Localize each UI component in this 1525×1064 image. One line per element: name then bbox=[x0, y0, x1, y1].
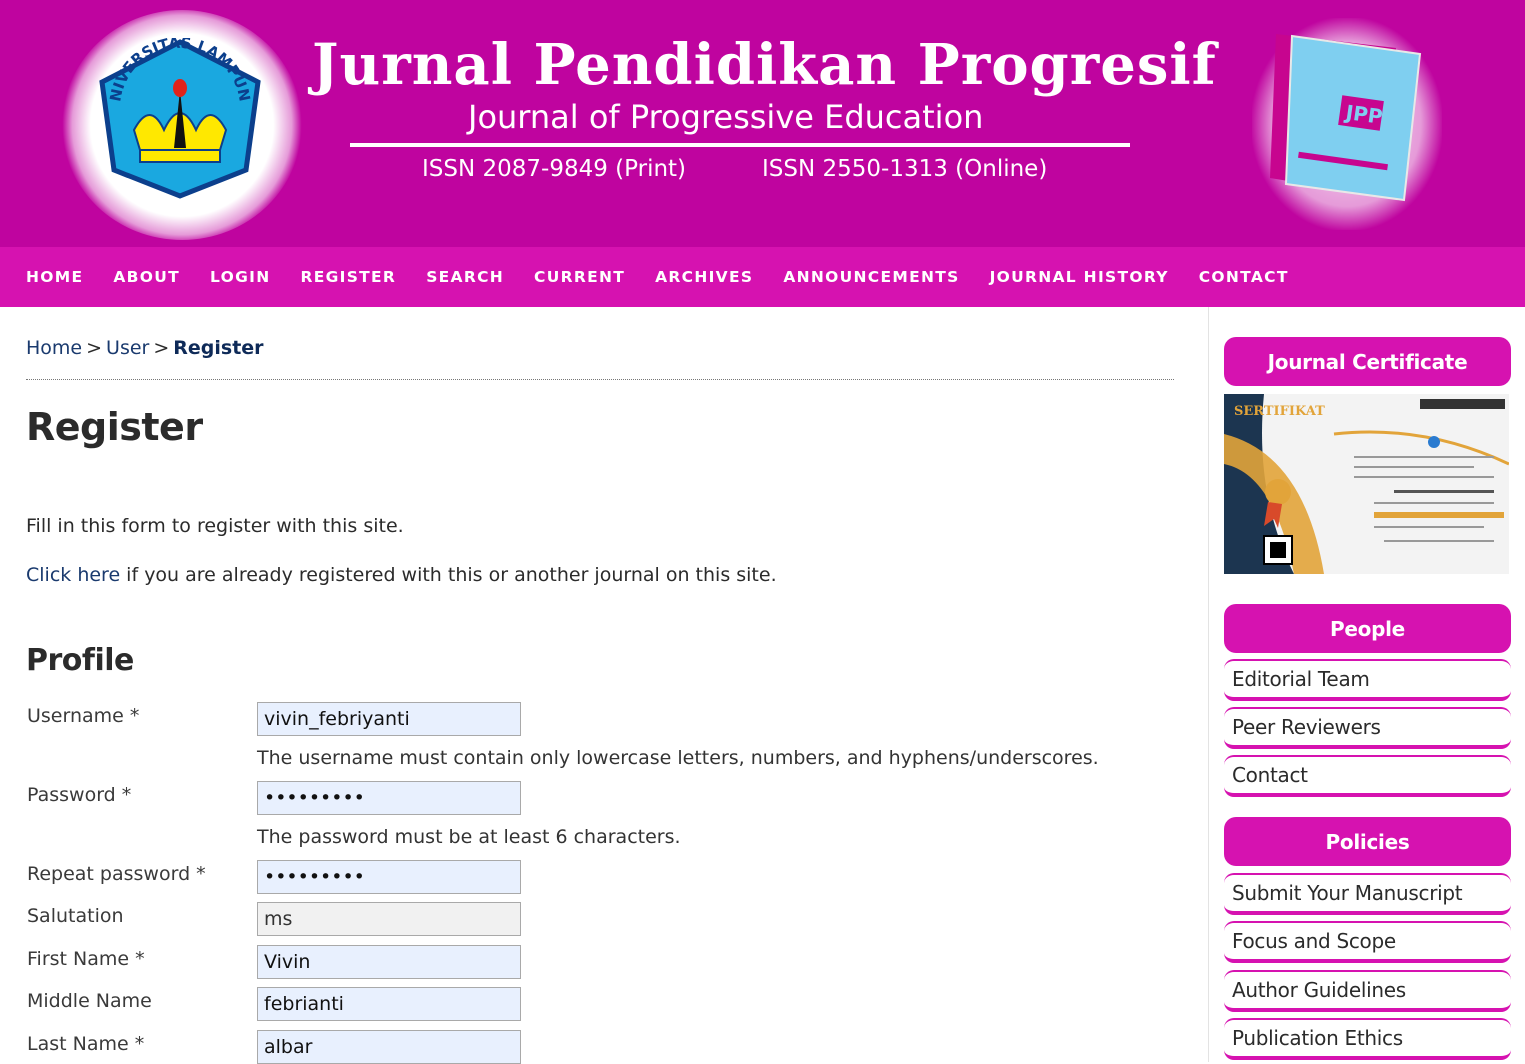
nav-journal-history[interactable]: JOURNAL HISTORY bbox=[990, 268, 1169, 286]
salutation-input[interactable]: ms bbox=[257, 902, 521, 936]
salutation-label: Salutation bbox=[27, 905, 124, 927]
last-name-input[interactable]: albar bbox=[257, 1030, 521, 1064]
journal-cover-icon: JPP bbox=[1270, 34, 1422, 202]
middle-name-label: Middle Name bbox=[27, 990, 152, 1012]
profile-section-title: Profile bbox=[26, 643, 134, 678]
nav-archives[interactable]: ARCHIVES bbox=[655, 268, 753, 286]
certificate-image[interactable]: SERTIFIKAT bbox=[1224, 394, 1509, 574]
click-here-link[interactable]: Click here bbox=[26, 564, 120, 586]
breadcrumb-home[interactable]: Home bbox=[26, 337, 82, 359]
sidebar-link-peer-reviewers[interactable]: Peer Reviewers bbox=[1224, 707, 1511, 749]
sidebar-link-author-guidelines[interactable]: Author Guidelines bbox=[1224, 970, 1511, 1012]
sidebar-link-editorial-team[interactable]: Editorial Team bbox=[1224, 659, 1511, 701]
policies-title: Policies bbox=[1224, 817, 1511, 866]
people-title: People bbox=[1224, 604, 1511, 653]
header-banner: UNIVERSITAS LAMPUNG Jurnal Pendidikan Pr… bbox=[0, 0, 1525, 247]
first-name-label: First Name * bbox=[27, 948, 145, 970]
nav-current[interactable]: CURRENT bbox=[534, 268, 625, 286]
nav-search[interactable]: SEARCH bbox=[426, 268, 504, 286]
username-input[interactable]: vivin_febriyanti bbox=[257, 702, 521, 736]
nav-contact[interactable]: CONTACT bbox=[1199, 268, 1289, 286]
nav-register[interactable]: REGISTER bbox=[301, 268, 397, 286]
main-nav: HOME ABOUT LOGIN REGISTER SEARCH CURRENT… bbox=[0, 247, 1525, 307]
already-registered-text: Click here if you are already registered… bbox=[26, 564, 777, 586]
nav-home[interactable]: HOME bbox=[26, 268, 83, 286]
page-title: Register bbox=[26, 405, 203, 449]
repeat-password-label: Repeat password * bbox=[27, 863, 206, 885]
username-hint: The username must contain only lowercase… bbox=[257, 747, 1099, 769]
repeat-password-input[interactable]: ••••••••• bbox=[257, 860, 521, 894]
password-hint: The password must be at least 6 characte… bbox=[257, 826, 681, 848]
breadcrumb-separator: > bbox=[86, 337, 103, 359]
breadcrumb-current[interactable]: Register bbox=[173, 337, 263, 359]
middle-name-input[interactable]: febrianti bbox=[257, 987, 521, 1021]
first-name-input[interactable]: Vivin bbox=[257, 945, 521, 979]
breadcrumb-separator: > bbox=[153, 337, 170, 359]
university-logo-icon: UNIVERSITAS LAMPUNG bbox=[94, 38, 261, 199]
journal-title: Jurnal Pendidikan Progresif bbox=[312, 32, 1217, 98]
nav-announcements[interactable]: ANNOUNCEMENTS bbox=[783, 268, 959, 286]
intro-text: Fill in this form to register with this … bbox=[26, 515, 404, 537]
title-divider bbox=[350, 143, 1130, 147]
sidebar-divider bbox=[1208, 307, 1209, 1062]
journal-certificate-title: Journal Certificate bbox=[1224, 337, 1511, 386]
issn-online: ISSN 2550-1313 (Online) bbox=[762, 156, 1048, 182]
last-name-label: Last Name * bbox=[27, 1033, 145, 1055]
nav-about[interactable]: ABOUT bbox=[113, 268, 180, 286]
issn-print: ISSN 2087-9849 (Print) bbox=[422, 156, 687, 182]
breadcrumb-divider bbox=[26, 379, 1174, 380]
sidebar-link-contact[interactable]: Contact bbox=[1224, 755, 1511, 797]
breadcrumb: Home > User > Register bbox=[26, 337, 264, 359]
username-label: Username * bbox=[27, 705, 140, 727]
sidebar-link-submit-manuscript[interactable]: Submit Your Manuscript bbox=[1224, 873, 1511, 915]
breadcrumb-user[interactable]: User bbox=[106, 337, 149, 359]
certificate-heading: SERTIFIKAT bbox=[1234, 404, 1325, 419]
nav-login[interactable]: LOGIN bbox=[210, 268, 270, 286]
sidebar-link-focus-scope[interactable]: Focus and Scope bbox=[1224, 921, 1511, 963]
password-input[interactable]: ••••••••• bbox=[257, 781, 521, 815]
sidebar-link-publication-ethics[interactable]: Publication Ethics bbox=[1224, 1018, 1511, 1060]
already-registered-rest: if you are already registered with this … bbox=[120, 564, 777, 586]
password-label: Password * bbox=[27, 784, 132, 806]
journal-subtitle: Journal of Progressive Education bbox=[468, 98, 984, 136]
